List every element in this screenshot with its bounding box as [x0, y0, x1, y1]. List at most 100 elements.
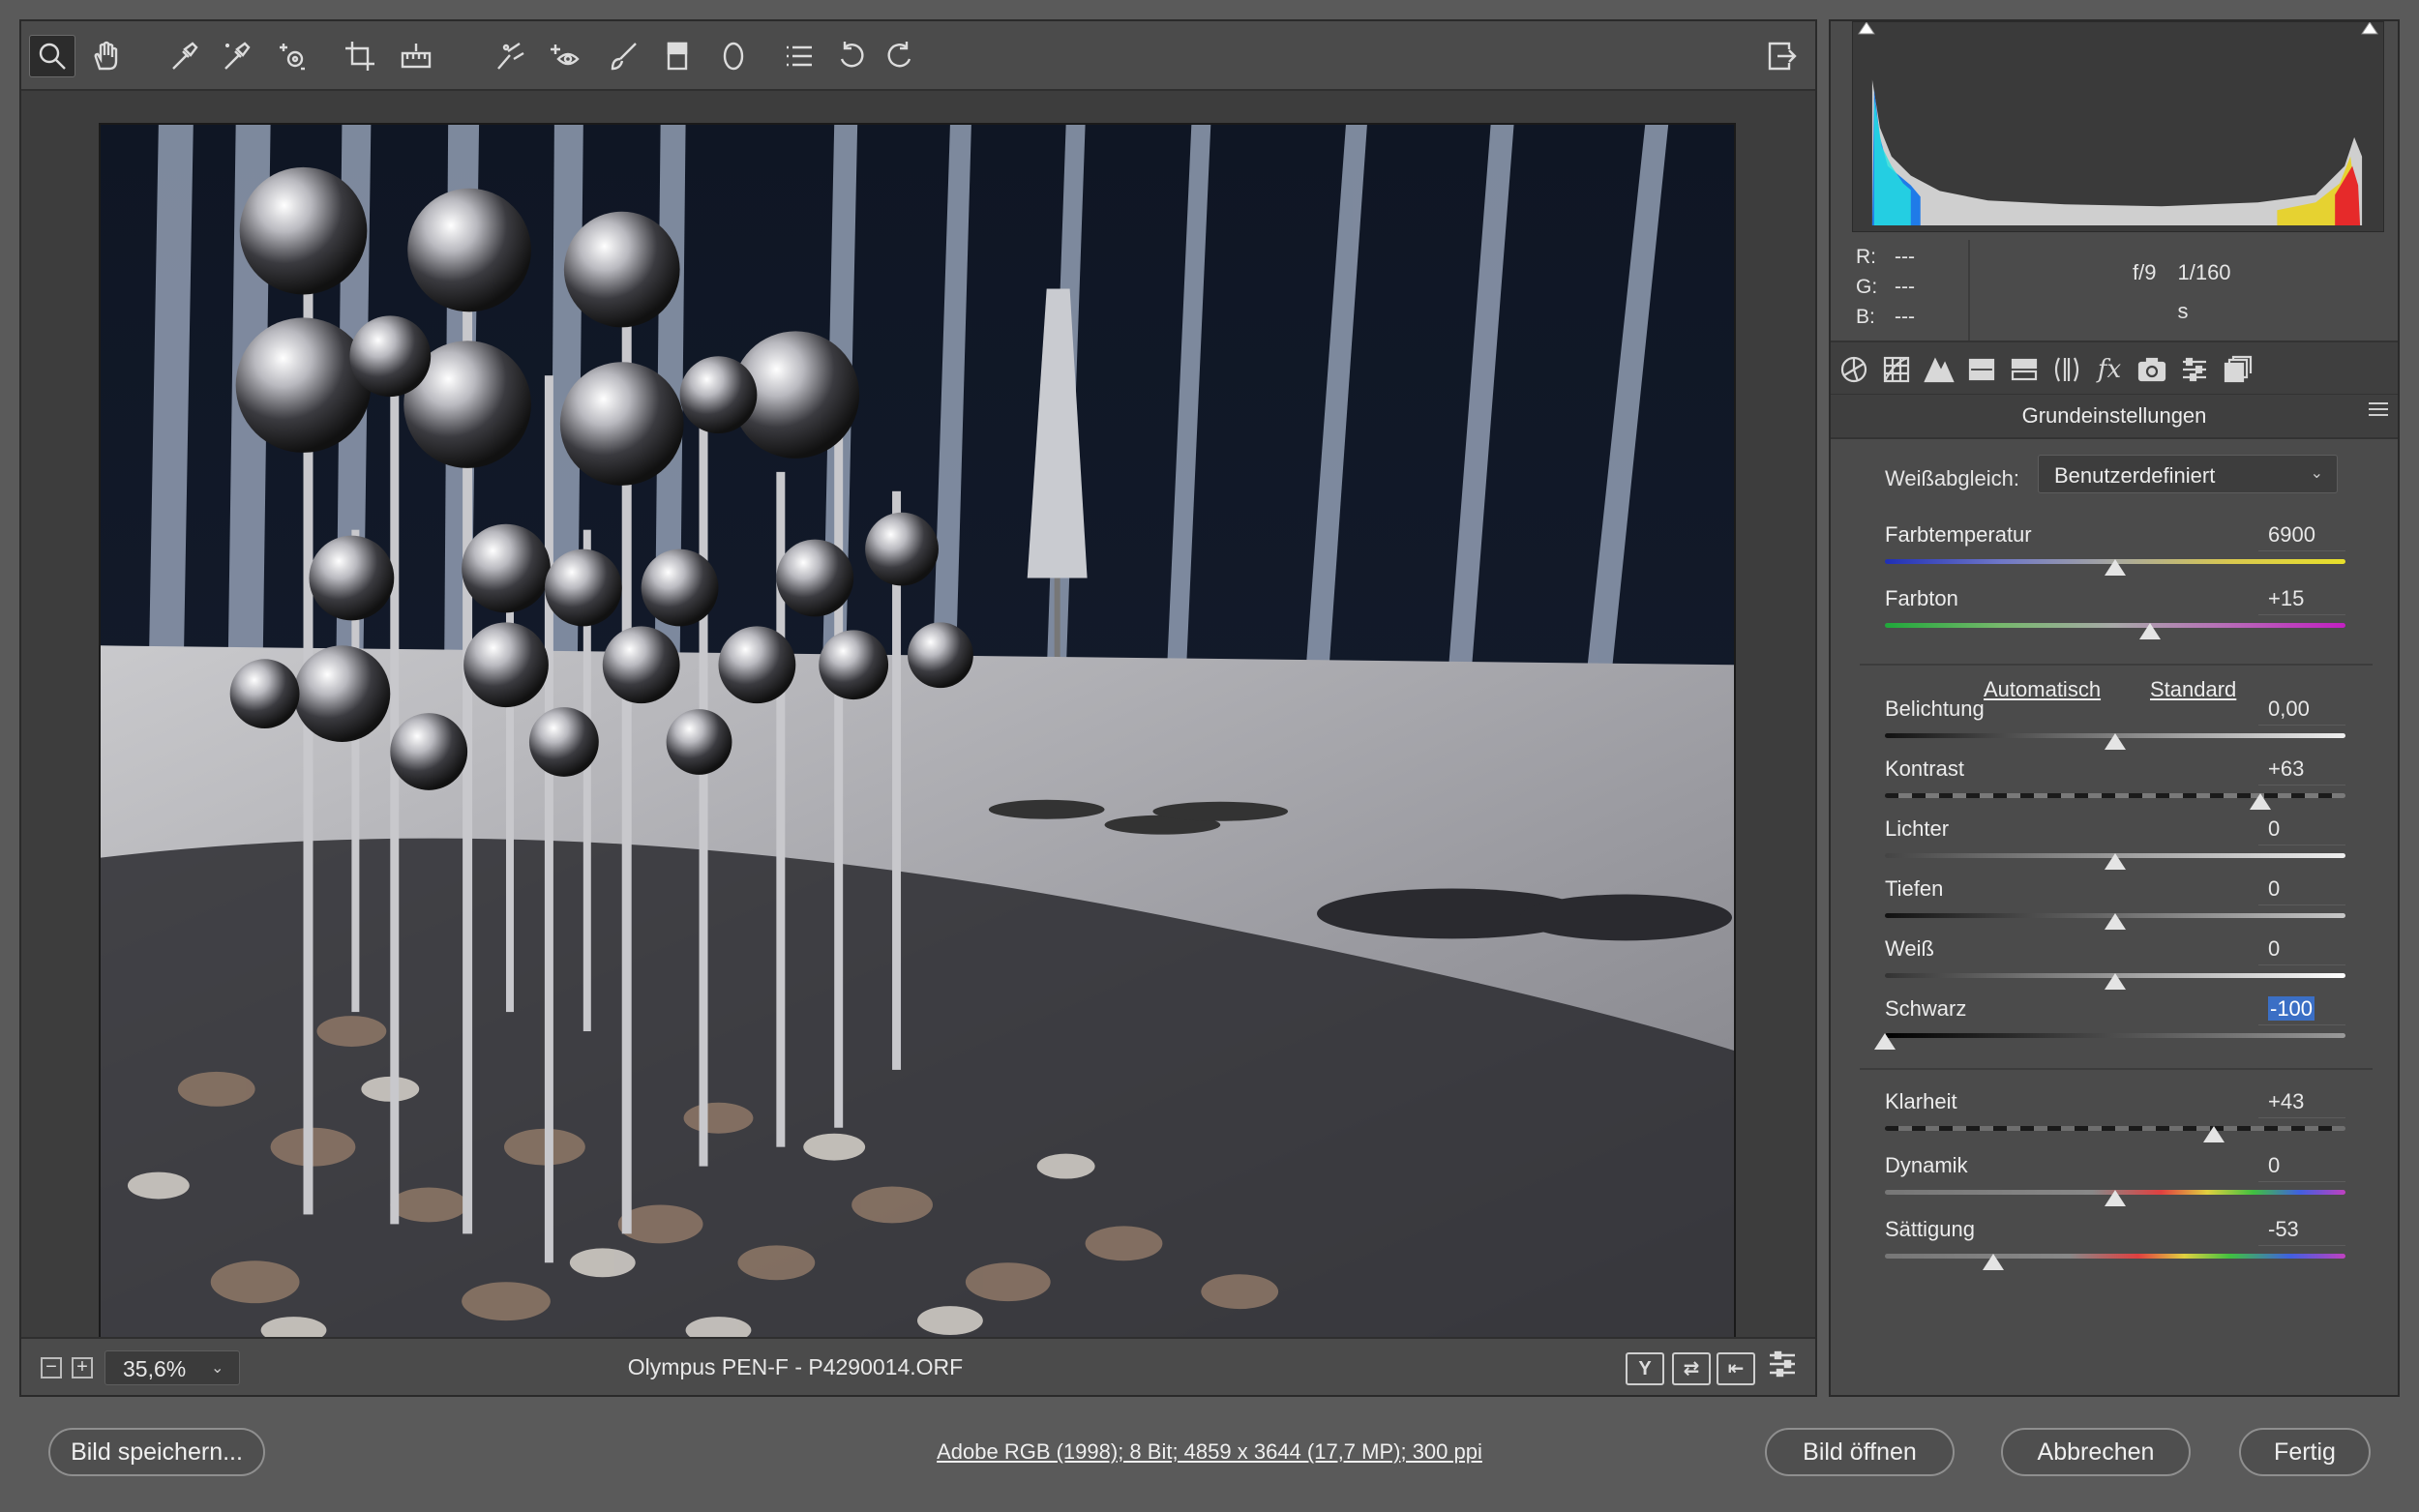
r-label: R:	[1856, 246, 1876, 268]
slider-label: Weiß	[1885, 936, 1934, 961]
slider-thumb[interactable]	[2138, 623, 2161, 639]
white-balance-select[interactable]: Benutzerdefiniert ⌄	[2038, 455, 2338, 493]
split-toning-tab-icon[interactable]	[2005, 352, 2044, 387]
detail-tab-icon[interactable]	[1920, 352, 1958, 387]
slider-value-input[interactable]: +15	[2258, 586, 2345, 615]
targeted-adjustment-tool-icon[interactable]	[269, 35, 315, 77]
chevron-down-icon: ⌄	[2310, 465, 2323, 482]
slider-value-input[interactable]: 6900	[2258, 522, 2345, 551]
slider-label: Belichtung	[1885, 697, 1985, 721]
zoom-tool-icon[interactable]	[29, 35, 75, 77]
copy-settings-button[interactable]: ⇤	[1717, 1352, 1755, 1385]
slider-value-input[interactable]: 0	[2258, 1153, 2345, 1182]
cancel-button[interactable]: Abbrechen	[2001, 1428, 2191, 1476]
divider	[1860, 1068, 2373, 1070]
slider-track[interactable]	[1885, 793, 2345, 798]
white-balance-label: Weißabgleich:	[1885, 466, 2019, 490]
snapshots-tab-icon[interactable]	[2218, 352, 2256, 387]
rotate-left-icon[interactable]	[828, 35, 875, 77]
slider-thumb[interactable]	[2105, 733, 2126, 750]
slider-thumb[interactable]	[1982, 1254, 2004, 1270]
photo-preview[interactable]	[99, 123, 1736, 1349]
aperture-value: f/9	[2133, 260, 2157, 284]
shutter-value: 1/160 s	[2177, 260, 2231, 323]
slider-tint[interactable]: Farbton +15	[1885, 586, 2345, 642]
slider-vibrance[interactable]: Dynamik 0	[1885, 1153, 2345, 1209]
radial-filter-icon[interactable]	[710, 35, 757, 77]
swap-before-after-button[interactable]: ⇄	[1672, 1352, 1711, 1385]
toolbar	[21, 21, 1815, 91]
slider-track[interactable]	[1885, 1033, 2345, 1038]
slider-highlights[interactable]: Lichter 0	[1885, 816, 2345, 873]
slider-contrast[interactable]: Kontrast +63	[1885, 756, 2345, 813]
straighten-tool-icon[interactable]	[393, 35, 439, 77]
slider-label: Kontrast	[1885, 756, 1964, 781]
slider-value-input[interactable]: -53	[2258, 1217, 2345, 1246]
slider-value-input[interactable]: -100	[2258, 996, 2345, 1025]
lens-corrections-tab-icon[interactable]	[2047, 352, 2086, 387]
panel-menu-icon[interactable]	[2369, 402, 2388, 420]
tone-curve-tab-icon[interactable]	[1877, 352, 1916, 387]
basic-tab-icon[interactable]	[1835, 352, 1873, 387]
slider-thumb[interactable]	[2105, 973, 2126, 990]
slider-thumb[interactable]	[1874, 1033, 1896, 1050]
slider-thumb[interactable]	[2249, 793, 2271, 810]
slider-thumb[interactable]	[2105, 559, 2126, 576]
sliders-settings-icon[interactable]	[1763, 1343, 1802, 1385]
slider-label: Tiefen	[1885, 876, 1944, 901]
camera-calibration-tab-icon[interactable]	[2133, 352, 2171, 387]
color-sampler-tool-icon[interactable]	[213, 35, 259, 77]
done-button[interactable]: Fertig	[2239, 1428, 2371, 1476]
histogram	[1852, 21, 2384, 232]
white-balance-tool-icon[interactable]	[161, 35, 207, 77]
slider-blacks[interactable]: Schwarz -100	[1874, 996, 2345, 1052]
slider-track[interactable]	[1885, 623, 2345, 628]
red-eye-tool-icon[interactable]	[540, 35, 586, 77]
slider-label: Schwarz	[1885, 996, 1967, 1021]
rgb-readout: R: --- G: --- B: ---	[1856, 242, 1915, 332]
divider	[1860, 664, 2373, 666]
slider-track[interactable]	[1885, 1254, 2345, 1259]
rotate-right-icon[interactable]	[877, 35, 923, 77]
slider-value-input[interactable]: +43	[2258, 1089, 2345, 1118]
slider-shadows[interactable]: Tiefen 0	[1885, 876, 2345, 933]
slider-thumb[interactable]	[2203, 1126, 2225, 1142]
slider-whites[interactable]: Weiß 0	[1885, 936, 2345, 993]
open-image-button[interactable]: Bild öffnen	[1765, 1428, 1955, 1476]
slider-value-input[interactable]: +63	[2258, 756, 2345, 786]
open-preferences-icon[interactable]	[1757, 35, 1804, 77]
spot-removal-tool-icon[interactable]	[488, 35, 534, 77]
slider-label: Farbton	[1885, 586, 1958, 610]
adjustment-brush-icon[interactable]	[600, 35, 646, 77]
main-frame: − + 35,6% ⌄ Olympus PEN-F - P4290014.ORF…	[19, 19, 1817, 1397]
b-label: B:	[1856, 306, 1875, 328]
slider-exposure[interactable]: Belichtung 0,00	[1885, 697, 2345, 753]
slider-value-input[interactable]: 0	[2258, 936, 2345, 965]
slider-label: Klarheit	[1885, 1089, 1957, 1113]
info-divider	[1968, 240, 1970, 346]
slider-saturation[interactable]: Sättigung -53	[1885, 1217, 2345, 1273]
image-canvas[interactable]	[21, 93, 1815, 1349]
slider-thumb[interactable]	[2105, 853, 2126, 870]
hand-tool-icon[interactable]	[83, 35, 130, 77]
slider-track[interactable]	[1885, 1126, 2345, 1131]
file-name: Olympus PEN-F - P4290014.ORF	[627, 1354, 964, 1379]
r-value: ---	[1895, 246, 1915, 268]
slider-value-input[interactable]: 0	[2258, 816, 2345, 845]
preferences-list-icon[interactable]	[776, 35, 822, 77]
presets-tab-icon[interactable]	[2175, 352, 2214, 387]
slider-thumb[interactable]	[2105, 913, 2126, 930]
g-label: G:	[1856, 276, 1878, 298]
crop-tool-icon[interactable]	[337, 35, 383, 77]
hsl-tab-icon[interactable]	[1962, 352, 2001, 387]
slider-label: Lichter	[1885, 816, 1950, 841]
slider-value-input[interactable]: 0	[2258, 876, 2345, 905]
before-after-toggle-button[interactable]: Y	[1626, 1352, 1664, 1385]
graduated-filter-icon[interactable]	[654, 35, 701, 77]
slider-value-input[interactable]: 0,00	[2258, 697, 2345, 726]
slider-thumb[interactable]	[2105, 1190, 2126, 1206]
slider-clarity[interactable]: Klarheit +43	[1885, 1089, 2345, 1145]
effects-tab-icon[interactable]: fx	[2090, 352, 2129, 387]
slider-temperature[interactable]: Farbtemperatur 6900	[1885, 522, 2345, 578]
g-value: ---	[1895, 276, 1915, 298]
